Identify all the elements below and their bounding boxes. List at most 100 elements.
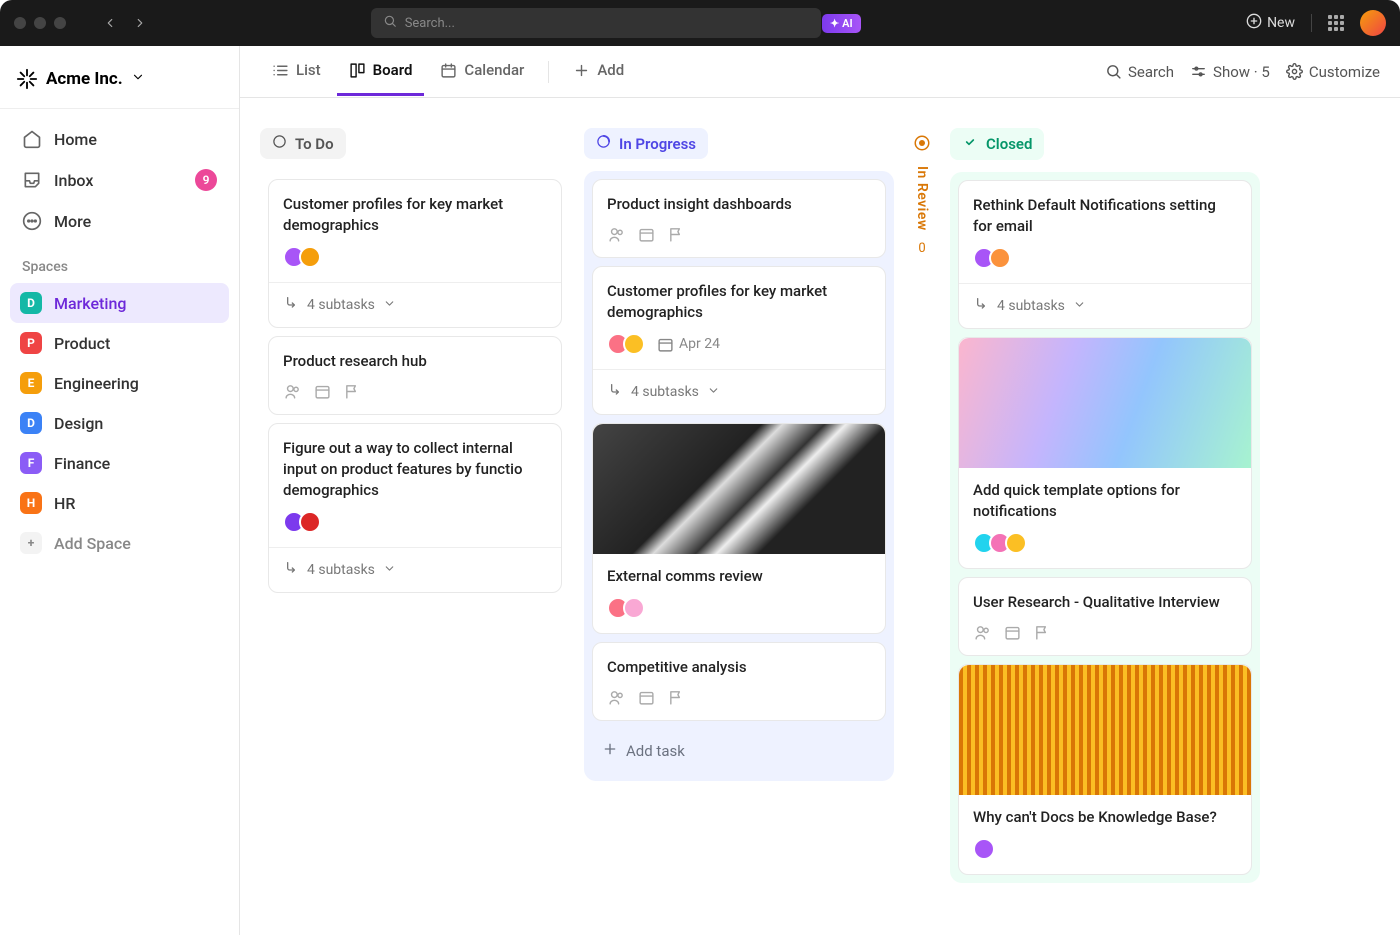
date-icon[interactable]	[637, 225, 655, 243]
view-tab-calendar[interactable]: Calendar	[428, 47, 536, 96]
subtasks-toggle[interactable]: 4 subtasks	[959, 283, 1251, 328]
card-title: Customer profiles for key market demogra…	[283, 194, 547, 236]
close-window[interactable]	[14, 17, 26, 29]
status-progress-icon	[596, 134, 611, 153]
column-header-closed[interactable]: Closed	[950, 128, 1044, 160]
add-view-button[interactable]: Add	[561, 47, 636, 96]
assignee-avatars[interactable]	[973, 838, 995, 860]
flag-icon[interactable]	[343, 382, 361, 400]
task-card[interactable]: User Research - Qualitative Interview	[958, 577, 1252, 656]
assignee-icon[interactable]	[607, 225, 625, 243]
card-title: External comms review	[607, 566, 871, 587]
subtask-icon	[283, 560, 299, 580]
chevron-down-icon	[383, 297, 396, 314]
space-badge: F	[20, 452, 42, 474]
space-item-finance[interactable]: FFinance	[10, 443, 229, 483]
assignee-icon[interactable]	[973, 623, 991, 641]
space-name: Engineering	[54, 374, 139, 393]
calendar-icon	[440, 62, 457, 79]
task-card[interactable]: Customer profiles for key market demogra…	[592, 266, 886, 415]
add-task-button[interactable]: Add task	[592, 729, 886, 773]
nav-back-button[interactable]	[98, 11, 122, 35]
toolbar-show[interactable]: Show · 5	[1190, 63, 1270, 81]
column-in-review-collapsed[interactable]: In Review 0	[908, 128, 936, 256]
task-card[interactable]: Rethink Default Notifications setting fo…	[958, 180, 1252, 329]
card-title: User Research - Qualitative Interview	[973, 592, 1237, 613]
view-tab-board[interactable]: Board	[337, 47, 425, 96]
assignee-avatars[interactable]	[973, 532, 1027, 554]
search-placeholder: Search...	[405, 16, 455, 31]
flag-icon[interactable]	[1033, 623, 1051, 641]
task-card[interactable]: External comms review	[592, 423, 886, 634]
status-circle-icon	[272, 134, 287, 153]
task-card[interactable]: Competitive analysis	[592, 642, 886, 721]
nav-forward-button[interactable]	[128, 11, 152, 35]
assignee-avatars[interactable]	[283, 511, 321, 533]
subtasks-toggle[interactable]: 4 subtasks	[269, 282, 561, 327]
toolbar-customize[interactable]: Customize	[1286, 63, 1380, 81]
view-tab-list[interactable]: List	[260, 47, 333, 96]
date-icon[interactable]	[313, 382, 331, 400]
due-date[interactable]: Apr 24	[657, 336, 720, 353]
task-card[interactable]: Add quick template options for notificat…	[958, 337, 1252, 569]
assignee-avatars[interactable]	[973, 247, 1011, 269]
assignee-avatars[interactable]	[283, 246, 321, 268]
gear-icon	[1286, 63, 1303, 80]
sidebar-item-home[interactable]: Home	[10, 119, 229, 159]
workspace-name: Acme Inc.	[46, 69, 123, 89]
space-item-engineering[interactable]: EEngineering	[10, 363, 229, 403]
task-card[interactable]: Product research hub	[268, 336, 562, 415]
space-item-marketing[interactable]: DMarketing	[10, 283, 229, 323]
flag-icon[interactable]	[667, 225, 685, 243]
space-item-design[interactable]: DDesign	[10, 403, 229, 443]
toolbar-search[interactable]: Search	[1105, 63, 1174, 81]
sparkle-icon: ✦	[830, 17, 839, 30]
column-in-progress: In Progress Product insight dashboards Cu…	[584, 128, 894, 781]
date-icon[interactable]	[1003, 623, 1021, 641]
assignee-avatars[interactable]	[607, 333, 645, 355]
space-name: HR	[54, 494, 75, 513]
assignee-icon[interactable]	[607, 688, 625, 706]
minimize-window[interactable]	[34, 17, 46, 29]
assignee-avatars[interactable]	[607, 597, 645, 619]
card-cover-image	[593, 424, 885, 554]
apps-menu[interactable]	[1328, 15, 1344, 31]
add-space-button[interactable]: + Add Space	[10, 523, 229, 563]
column-header-todo[interactable]: To Do	[260, 128, 346, 159]
space-item-hr[interactable]: HHR	[10, 483, 229, 523]
global-search[interactable]: Search... ✦AI	[371, 8, 821, 38]
plus-icon: +	[20, 532, 42, 554]
window-controls	[14, 17, 66, 29]
space-name: Design	[54, 414, 103, 433]
card-cover-image	[959, 338, 1251, 468]
card-title: Competitive analysis	[607, 657, 871, 678]
maximize-window[interactable]	[54, 17, 66, 29]
sliders-icon	[1190, 63, 1207, 80]
new-button[interactable]: New	[1246, 13, 1295, 33]
task-card[interactable]: Product insight dashboards	[592, 179, 886, 258]
search-icon	[383, 14, 397, 32]
date-icon[interactable]	[637, 688, 655, 706]
chevron-down-icon	[131, 69, 145, 89]
column-header-progress[interactable]: In Progress	[584, 128, 708, 159]
sidebar-item-inbox[interactable]: Inbox 9	[10, 159, 229, 201]
flag-icon[interactable]	[667, 688, 685, 706]
subtasks-toggle[interactable]: 4 subtasks	[593, 369, 885, 414]
inbox-badge: 9	[195, 169, 217, 191]
assignee-icon[interactable]	[283, 382, 301, 400]
home-icon	[22, 129, 42, 149]
space-badge: P	[20, 332, 42, 354]
workspace-selector[interactable]: Acme Inc.	[10, 60, 229, 108]
task-card[interactable]: Figure out a way to collect internal inp…	[268, 423, 562, 593]
subtasks-toggle[interactable]: 4 subtasks	[269, 547, 561, 592]
card-title: Product research hub	[283, 351, 547, 372]
ai-button[interactable]: ✦AI	[822, 14, 861, 33]
sidebar-item-more[interactable]: More	[10, 201, 229, 241]
user-avatar[interactable]	[1360, 10, 1386, 36]
task-card[interactable]: Why can't Docs be Knowledge Base?	[958, 664, 1252, 875]
board-view: To Do Customer profiles for key market d…	[240, 98, 1400, 935]
space-item-product[interactable]: PProduct	[10, 323, 229, 363]
avatar	[973, 838, 995, 860]
task-card[interactable]: Customer profiles for key market demogra…	[268, 179, 562, 328]
card-title: Rethink Default Notifications setting fo…	[973, 195, 1237, 237]
